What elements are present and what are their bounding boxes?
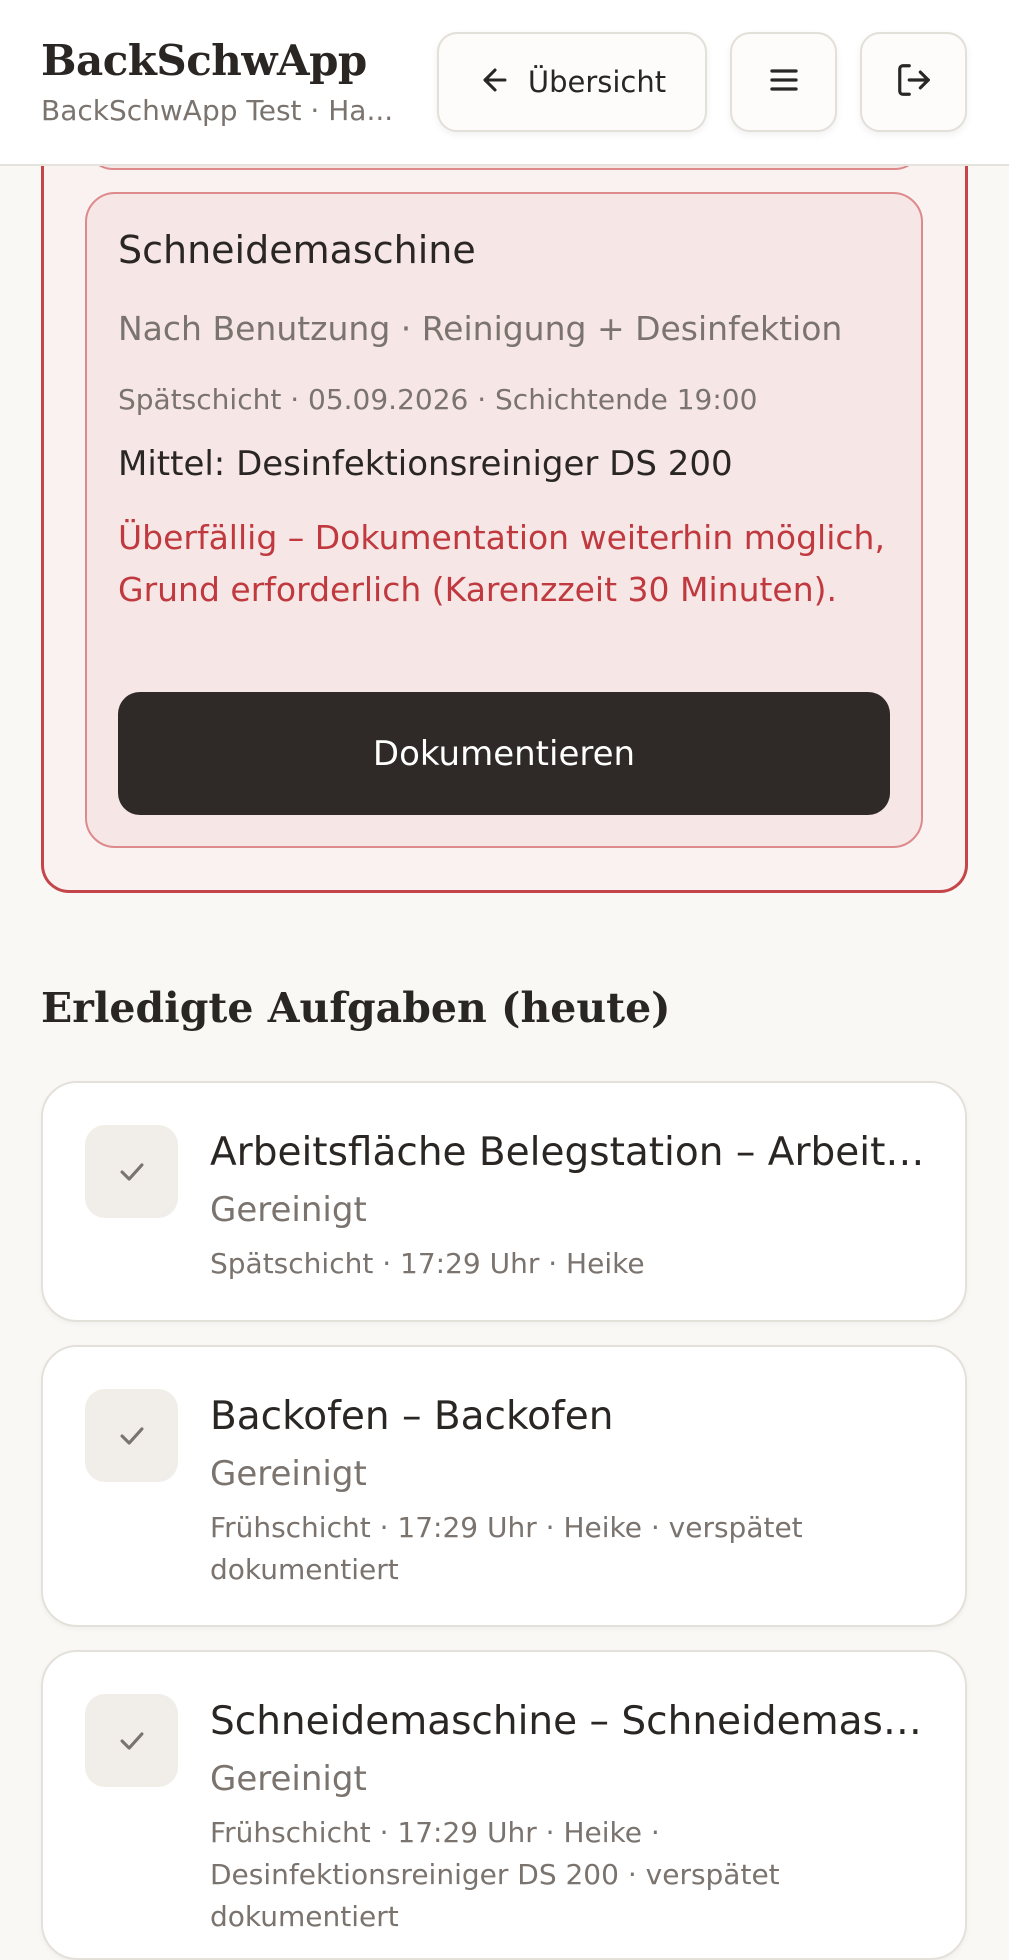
done-task-status: Gereinigt: [210, 1190, 367, 1230]
done-task-card[interactable]: Backofen – Backofen Gereinigt Frühschich…: [41, 1345, 967, 1627]
overdue-warning: Überfällig – Dokumentation weiterhin mög…: [118, 518, 885, 609]
task-title: Schneidemaschine: [118, 228, 476, 272]
app-header: BackSchwApp BackSchwApp Test · Ha... Übe…: [0, 0, 1009, 166]
app-subtitle: BackSchwApp Test · Ha...: [41, 94, 394, 127]
document-button[interactable]: Dokumentieren: [118, 692, 890, 815]
done-task-card[interactable]: Schneidemaschine – Schneidemaschine Gere…: [41, 1650, 967, 1960]
done-task-meta: Frühschicht · 17:29 Uhr · Heike · verspä…: [210, 1511, 803, 1586]
check-icon: [85, 1125, 178, 1218]
done-task-status: Gereinigt: [210, 1454, 367, 1494]
overview-button-label: Übersicht: [527, 65, 667, 99]
done-task-card[interactable]: Arbeitsfläche Belegstation – Arbeitsfläc…: [41, 1081, 967, 1322]
arrow-left-icon: [478, 63, 512, 101]
done-task-title: Arbeitsfläche Belegstation – Arbeitsfläc…: [210, 1130, 940, 1175]
task-subtitle: Nach Benutzung · Reinigung + Desinfektio…: [118, 309, 843, 348]
done-task-title: Backofen – Backofen: [210, 1394, 614, 1439]
hamburger-menu-icon: [766, 62, 802, 102]
app-title: BackSchwApp: [41, 36, 367, 85]
done-task-status: Gereinigt: [210, 1759, 367, 1799]
menu-button[interactable]: [730, 32, 837, 132]
section-title-done: Erledigte Aufgaben (heute): [41, 984, 671, 1032]
logout-button[interactable]: [860, 32, 967, 132]
check-icon: [85, 1389, 178, 1482]
done-task-meta: Frühschicht · 17:29 Uhr · Heike · Desinf…: [210, 1816, 780, 1933]
overview-button[interactable]: Übersicht: [437, 32, 707, 132]
logout-icon: [895, 61, 933, 103]
task-cleaning-agent: Mittel: Desinfektionsreiniger DS 200: [118, 444, 733, 484]
task-meta: Spätschicht · 05.09.2026 · Schichtende 1…: [118, 383, 758, 416]
done-task-meta: Spätschicht · 17:29 Uhr · Heike: [210, 1247, 645, 1280]
done-task-title: Schneidemaschine – Schneidemaschine: [210, 1699, 940, 1744]
check-icon: [85, 1694, 178, 1787]
